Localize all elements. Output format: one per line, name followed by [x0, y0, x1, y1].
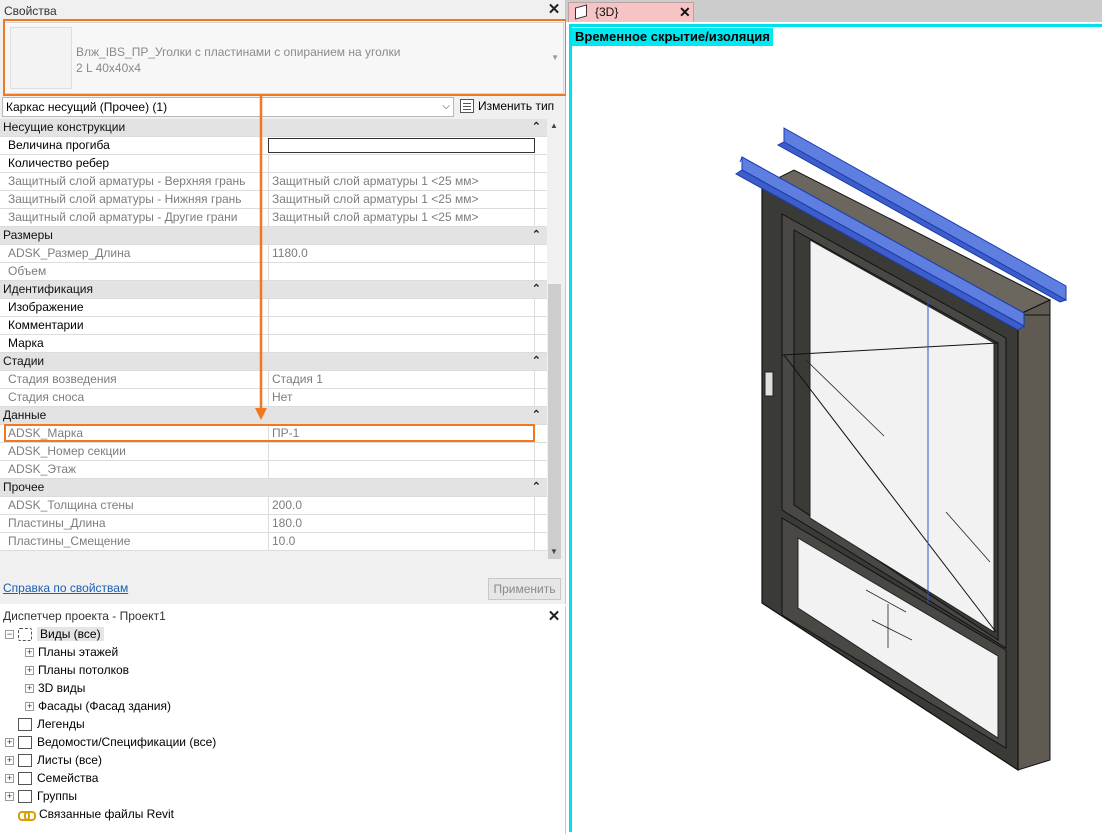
- tree-item-label: 3D виды: [38, 681, 86, 695]
- tree-item-label: Планы потолков: [38, 663, 130, 677]
- expand-icon[interactable]: +: [5, 774, 14, 784]
- tree-root-label: Ведомости/Спецификации (все): [37, 735, 217, 749]
- expand-icon[interactable]: +: [25, 648, 34, 658]
- tree-item[interactable]: + Фасады (Фасад здания): [25, 698, 171, 714]
- schedule-icon: [18, 736, 32, 750]
- views-icon: [18, 628, 32, 642]
- expand-icon[interactable]: +: [25, 666, 34, 676]
- tree-root-item[interactable]: + Семейства: [5, 770, 98, 786]
- tree-item-label: Планы этажей: [38, 645, 119, 659]
- tree-root-label: Легенды: [37, 717, 85, 731]
- project-browser: Диспетчер проекта - Проект1 ✕ − Виды (все…: [0, 606, 566, 834]
- collapse-icon[interactable]: −: [5, 630, 14, 640]
- tree-root-item[interactable]: Легенды: [5, 716, 85, 732]
- tree-views-label: Виды (все): [37, 627, 104, 641]
- annotation-arrow: [255, 96, 267, 420]
- group-icon: [18, 790, 32, 804]
- sheet-icon: [18, 754, 32, 768]
- tree-item[interactable]: + Планы этажей: [25, 644, 118, 660]
- family-icon: [18, 772, 32, 786]
- tree-root-item[interactable]: + Группы: [5, 788, 77, 804]
- tree-views-root[interactable]: − Виды (все): [5, 626, 104, 642]
- 3d-view[interactable]: {3D} ✕ Временное скрытие/изоляция: [566, 0, 1102, 834]
- expand-icon[interactable]: +: [25, 702, 34, 712]
- project-browser-title: Диспетчер проекта - Проект1: [3, 609, 166, 623]
- tree-root-label: Семейства: [37, 771, 99, 785]
- tree-item[interactable]: + Планы потолков: [25, 662, 129, 678]
- tree-root-item[interactable]: + Листы (все): [5, 752, 102, 768]
- tree-root-label: Листы (все): [37, 753, 102, 767]
- expand-icon[interactable]: +: [5, 792, 14, 802]
- tree-root-label: Связанные файлы Revit: [39, 807, 175, 821]
- expand-icon[interactable]: +: [5, 738, 14, 748]
- close-icon[interactable]: ✕: [546, 609, 562, 625]
- tree-root-label: Группы: [37, 789, 77, 803]
- tree-item-label: Фасады (Фасад здания): [38, 699, 171, 713]
- tree-item[interactable]: +3D виды: [25, 680, 85, 696]
- expand-icon[interactable]: +: [25, 684, 34, 694]
- tree-root-item[interactable]: Связанные файлы Revit: [5, 806, 174, 822]
- expand-icon[interactable]: +: [5, 756, 14, 766]
- legend-icon: [18, 718, 32, 732]
- window-3d-model[interactable]: [566, 0, 1102, 834]
- tree-root-item[interactable]: + Ведомости/Спецификации (все): [5, 734, 216, 750]
- link-icon: [18, 808, 36, 822]
